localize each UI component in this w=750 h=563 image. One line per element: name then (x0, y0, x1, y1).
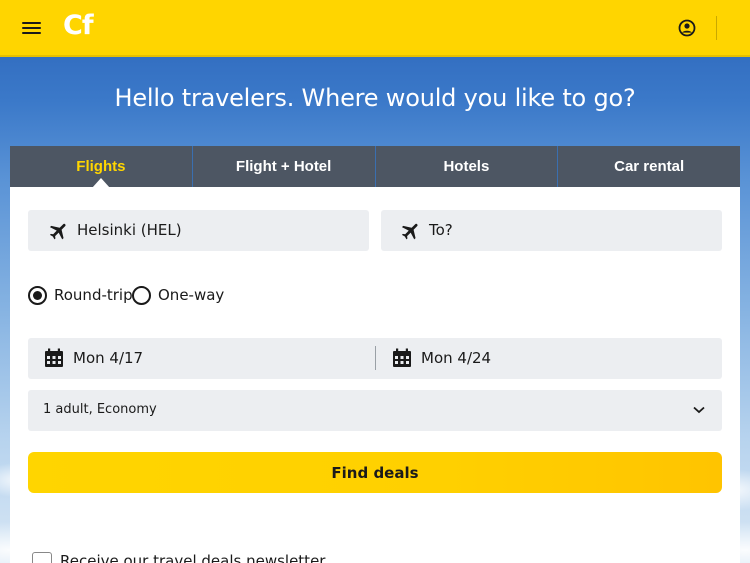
find-deals-button[interactable]: Find deals (28, 452, 722, 493)
round-trip-radio[interactable]: Round-trip (28, 284, 133, 306)
destination-placeholder: To? (429, 221, 453, 239)
airplane-icon (400, 220, 422, 242)
search-type-tabs: Flights Flight + Hotel Hotels Car rental (10, 146, 740, 188)
origin-value: Helsinki (HEL) (77, 221, 182, 239)
tab-flight-hotel[interactable]: Flight + Hotel (193, 146, 376, 187)
tab-car-rental[interactable]: Car rental (558, 146, 740, 187)
calendar-icon (392, 348, 412, 368)
tab-flights[interactable]: Flights (10, 146, 193, 188)
radio-label: One-way (158, 286, 225, 304)
page-title: Hello travelers. Where would you like to… (114, 84, 636, 112)
radio-button[interactable] (28, 285, 47, 305)
tab-hotels[interactable]: Hotels (376, 146, 559, 187)
depart-date-input[interactable]: Mon 4/17 (28, 338, 374, 379)
chevron-down-icon (692, 405, 706, 415)
airplane-icon (48, 220, 70, 242)
logo[interactable]: Cf (63, 10, 94, 41)
newsletter-label: Receive our travel deals newsletter (60, 552, 326, 563)
header-divider (716, 16, 717, 40)
passengers-value: 1 adult, Economy (43, 402, 157, 417)
passengers-select[interactable]: 1 adult, Economy (28, 390, 722, 431)
top-bar: Cf (0, 0, 750, 57)
depart-date-value: Mon 4/17 (73, 349, 144, 367)
checkbox[interactable] (32, 552, 52, 563)
origin-input[interactable]: Helsinki (HEL) (28, 210, 369, 251)
hamburger-menu-icon[interactable] (22, 19, 42, 37)
user-circle-icon[interactable] (678, 19, 696, 37)
newsletter-checkbox[interactable]: Receive our travel deals newsletter (32, 552, 325, 563)
destination-input[interactable]: To? (381, 210, 722, 251)
radio-button[interactable] (132, 285, 151, 305)
return-date-input[interactable]: Mon 4/24 (376, 338, 722, 379)
return-date-value: Mon 4/24 (421, 349, 492, 367)
one-way-radio[interactable]: One-way (132, 284, 224, 306)
radio-label: Round-trip (54, 286, 133, 304)
calendar-icon (44, 348, 64, 368)
